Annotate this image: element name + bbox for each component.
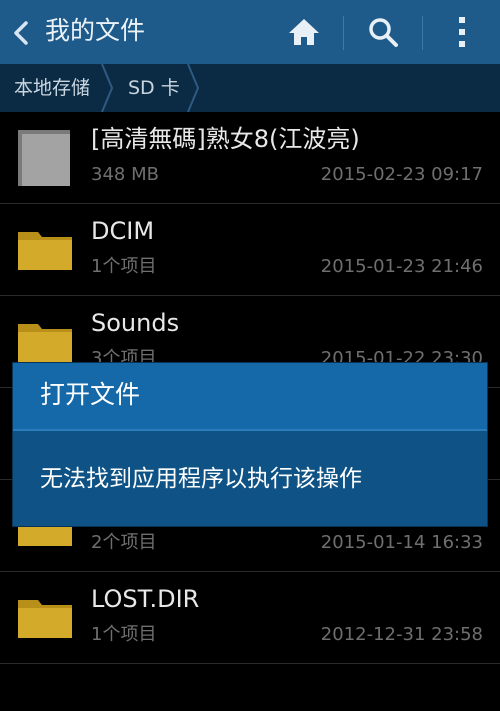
file-date: 2012-12-31 23:58 xyxy=(320,624,483,645)
item-count: 1个项目 xyxy=(91,256,157,277)
file-size: 348 MB xyxy=(91,164,159,185)
more-icon xyxy=(459,17,465,47)
dialog-title-bar: 打开文件 xyxy=(13,363,487,429)
app-title[interactable]: 我的文件 xyxy=(45,14,145,48)
file-date: 2015-01-23 21:46 xyxy=(320,256,483,277)
breadcrumb-item-sd-card[interactable]: SD 卡 xyxy=(128,64,180,112)
file-icon xyxy=(18,130,70,186)
list-item[interactable]: DCIM 1个项目 2015-01-23 21:46 xyxy=(0,204,500,296)
file-name: [高清無碼]熟女8(江波亮) xyxy=(91,125,360,153)
list-item[interactable]: [高清無碼]熟女8(江波亮) 348 MB 2015-02-23 09:17 xyxy=(0,112,500,204)
breadcrumb: 本地存储 SD 卡 xyxy=(0,64,500,112)
dialog-divider xyxy=(13,429,487,431)
breadcrumb-chevron-icon xyxy=(187,64,200,112)
folder-name: DCIM xyxy=(91,217,155,245)
list-item[interactable]: LOST.DIR 1个项目 2012-12-31 23:58 xyxy=(0,572,500,664)
folder-icon xyxy=(18,232,72,270)
dialog-title: 打开文件 xyxy=(40,380,141,409)
dialog-message: 无法找到应用程序以执行该操作 xyxy=(40,466,362,492)
folder-icon xyxy=(18,324,72,362)
file-date: 2015-02-23 09:17 xyxy=(320,164,483,185)
screen: 我的文件 本地存储 SD 卡 [高清無碼]熟女8(江波亮) 348 MB 201… xyxy=(0,0,500,711)
open-file-dialog: 打开文件 无法找到应用程序以执行该操作 xyxy=(13,363,487,526)
folder-name: LOST.DIR xyxy=(91,585,200,613)
folder-icon xyxy=(18,600,72,638)
more-options-button[interactable] xyxy=(423,0,500,64)
breadcrumb-chevron-icon xyxy=(101,64,114,112)
breadcrumb-item-local-storage[interactable]: 本地存储 xyxy=(14,64,90,112)
action-bar: 我的文件 xyxy=(0,0,500,64)
file-date: 2015-01-14 16:33 xyxy=(320,532,483,553)
item-count: 2个项目 xyxy=(91,532,157,553)
item-count: 1个项目 xyxy=(91,624,157,645)
search-icon xyxy=(369,18,398,47)
back-icon[interactable] xyxy=(10,20,32,46)
home-button[interactable] xyxy=(265,0,343,64)
folder-name: Sounds xyxy=(91,309,180,337)
search-button[interactable] xyxy=(344,0,422,64)
home-icon xyxy=(289,19,319,45)
